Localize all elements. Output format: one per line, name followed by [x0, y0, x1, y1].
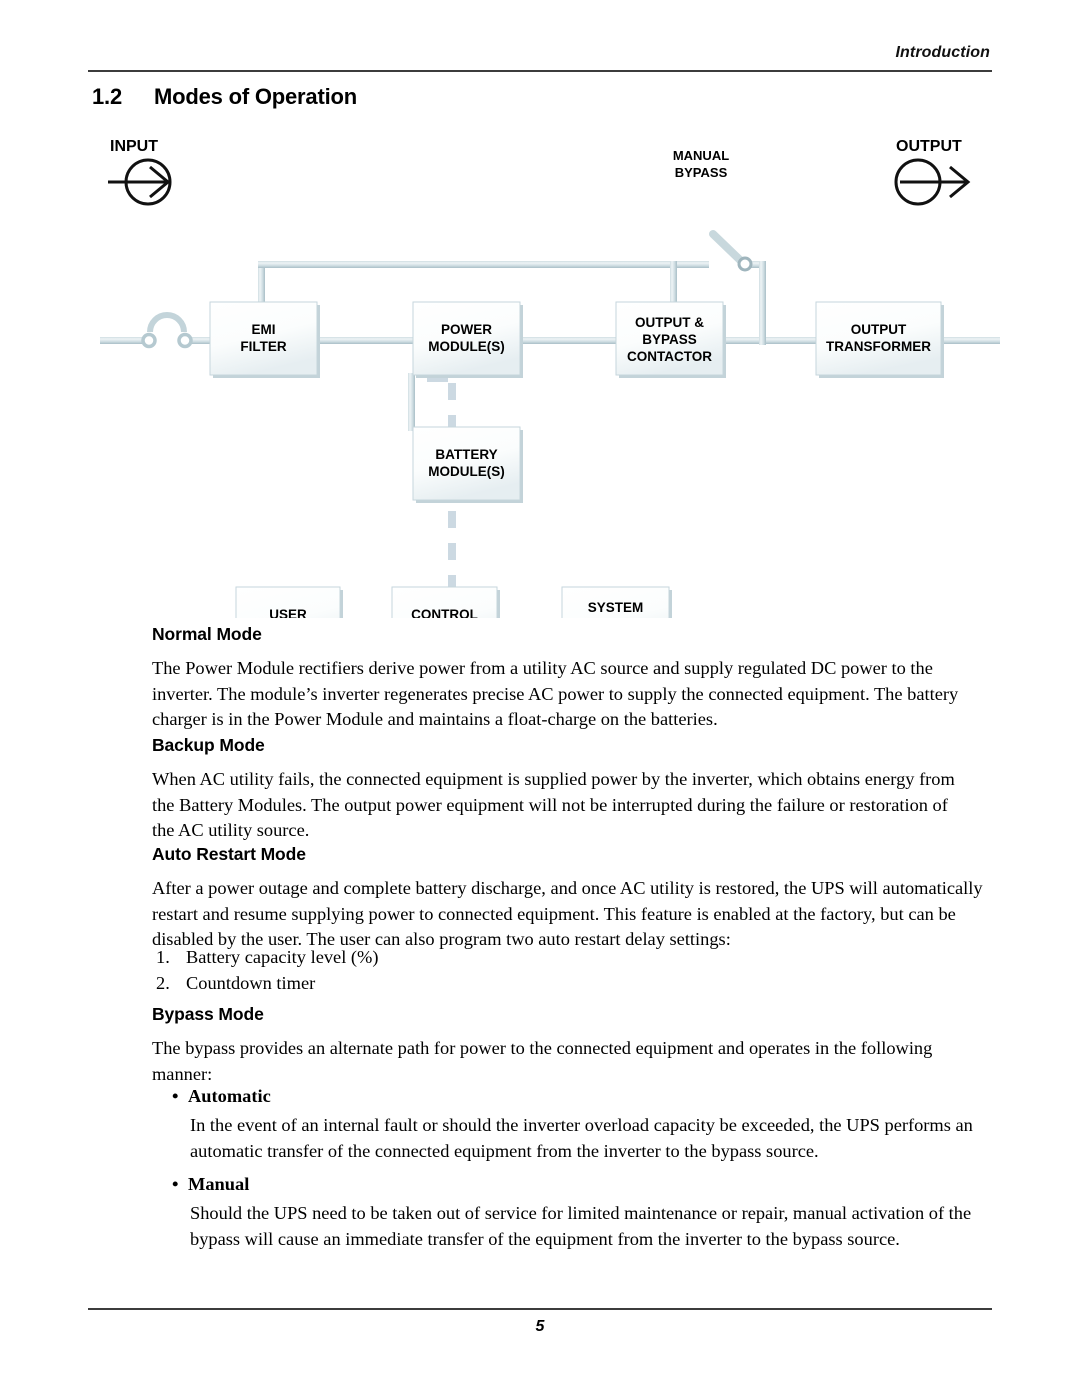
bullet-manual: • Manual: [172, 1174, 249, 1195]
output-load-icon: [894, 158, 971, 206]
paragraph-backup-mode: When AC utility fails, the connected equ…: [152, 769, 955, 840]
control-interface-label-1: CONTROL: [411, 607, 478, 618]
heading-normal-mode: Normal Mode: [152, 624, 262, 644]
list-marker: 1.: [156, 947, 170, 967]
paragraph-automatic: In the event of an internal fault or sho…: [190, 1115, 973, 1161]
paragraph-bypass-mode: The bypass provides an alternate path fo…: [152, 1038, 933, 1084]
bullet-icon: •: [172, 1086, 179, 1106]
system-control-label-2: CONTROL: [582, 617, 649, 618]
manual-bypass-label-1: MANUAL: [673, 148, 729, 163]
list-text: Battery capacity level (%): [186, 947, 379, 967]
section-title-text: Modes of Operation: [154, 84, 357, 109]
battery-modules-label-1: BATTERY: [435, 447, 497, 462]
ups-block-diagram: EMI FILTER POWER MODULE(S) OUTPUT & BYPA…: [100, 133, 1000, 618]
user-interface-label-1: USER: [269, 607, 307, 618]
bullet-automatic-label: Automatic: [188, 1086, 271, 1106]
heading-auto-restart-mode: Auto Restart Mode: [152, 844, 306, 864]
section-number: 1.2: [92, 84, 122, 109]
block-battery-modules: BATTERY MODULE(S): [412, 426, 523, 503]
battery-modules-label-2: MODULE(S): [428, 464, 505, 479]
input-breaker-symbol: [141, 312, 193, 349]
list-item: 1. Battery capacity level (%): [156, 945, 379, 971]
paragraph-manual: Should the UPS need to be taken out of s…: [190, 1203, 972, 1249]
manual-bypass-switch: [709, 230, 753, 272]
output-label: OUTPUT: [896, 138, 962, 155]
power-modules-label-2: MODULE(S): [428, 339, 505, 354]
bullet-manual-label: Manual: [188, 1174, 250, 1194]
block-user-interface: USER INTERFACE: [235, 586, 343, 618]
manual-bypass-label-2: BYPASS: [675, 165, 728, 180]
block-system-control-modules: SYSTEM CONTROL MODULE(S): [561, 586, 672, 618]
page-title: 1.2 Modes of Operation: [92, 84, 357, 110]
system-control-label-1: SYSTEM: [588, 600, 644, 615]
page-number: 5: [535, 1318, 545, 1335]
list-text: Countdown timer: [186, 972, 316, 993]
heading-backup-mode: Backup Mode: [152, 735, 265, 755]
list-marker: 2.: [156, 972, 170, 993]
bullet-automatic: • Automatic: [172, 1086, 271, 1107]
output-bypass-label-1: OUTPUT &: [635, 315, 704, 330]
block-emi-filter: EMI FILTER: [209, 301, 320, 378]
input-source-icon: [108, 158, 172, 206]
header-rule: [88, 70, 992, 72]
block-power-modules: POWER MODULE(S): [412, 301, 523, 378]
output-transformer-label-2: TRANSFORMER: [826, 339, 931, 354]
emi-filter-label-1: EMI: [251, 322, 275, 337]
block-control-interface: CONTROL INTERFACE: [391, 586, 500, 618]
bullet-icon: •: [172, 1174, 179, 1194]
list-item: 2. Countdown timer: [156, 971, 379, 997]
paragraph-normal-mode: The Power Module rectifiers derive power…: [152, 658, 959, 729]
auto-restart-list: 1. Battery capacity level (%) 2. Countdown…: [156, 945, 379, 996]
block-output-bypass-contactor: OUTPUT & BYPASS CONTACTOR: [615, 301, 726, 378]
emi-filter-label-2: FILTER: [240, 339, 286, 354]
input-label: INPUT: [110, 138, 158, 155]
output-bypass-label-2: BYPASS: [642, 332, 697, 347]
running-header: Introduction: [895, 44, 990, 61]
document-page: Introduction 1.2 Modes of Operation EMI …: [0, 0, 1080, 1397]
output-transformer-label-1: OUTPUT: [851, 322, 907, 337]
output-bypass-label-3: CONTACTOR: [627, 349, 712, 364]
power-modules-label-1: POWER: [441, 322, 492, 337]
heading-bypass-mode: Bypass Mode: [152, 1004, 264, 1024]
paragraph-auto-restart-mode: After a power outage and complete batter…: [152, 878, 983, 949]
footer-rule: [88, 1308, 992, 1310]
block-output-transformer: OUTPUT TRANSFORMER: [815, 301, 944, 378]
